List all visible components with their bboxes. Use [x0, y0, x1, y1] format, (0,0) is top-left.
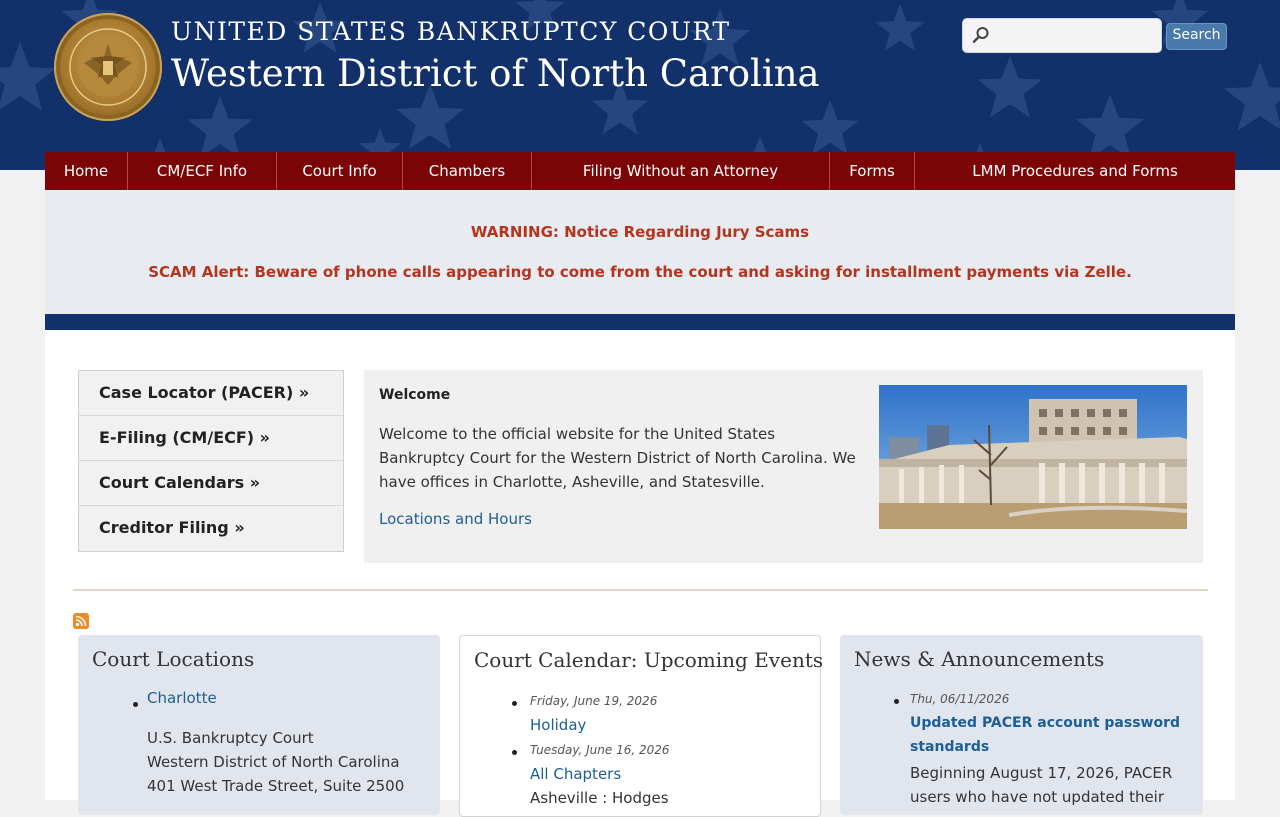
- zelle-scam-alert-link[interactable]: SCAM Alert: Beware of phone calls appear…: [45, 263, 1235, 281]
- news-title: News & Announcements: [854, 647, 1105, 671]
- address-line: Western District of North Carolina: [147, 753, 400, 771]
- bullet-icon: [512, 701, 517, 706]
- event-title-link[interactable]: All Chapters: [530, 765, 621, 783]
- court-locations-panel: Court Locations Charlotte U.S. Bankruptc…: [78, 635, 440, 815]
- nav-filing-without-attorney[interactable]: Filing Without an Attorney: [532, 152, 830, 190]
- welcome-title: Welcome: [379, 387, 451, 403]
- search-input[interactable]: [997, 23, 1156, 48]
- rss-feed-icon[interactable]: [73, 613, 89, 629]
- welcome-text: Welcome to the official website for the …: [379, 425, 856, 491]
- alert-bottom-strip: [45, 314, 1235, 330]
- court-seal-logo[interactable]: [54, 13, 162, 121]
- event-date: Tuesday, June 16, 2026: [530, 743, 670, 757]
- star-decoration: [1223, 62, 1280, 131]
- nav-cmecf-info[interactable]: CM/ECF Info: [128, 152, 277, 190]
- address-line: 401 West Trade Street, Suite 2500: [147, 777, 405, 795]
- nav-court-info[interactable]: Court Info: [277, 152, 403, 190]
- star-decoration: [187, 96, 253, 158]
- court-name-line1[interactable]: UNITED STATES BANKRUPTCY COURT: [171, 17, 731, 46]
- star-decoration: [1075, 94, 1145, 160]
- bullet-icon: [133, 702, 138, 707]
- news-panel: News & Announcements Thu, 06/11/2026 Upd…: [840, 635, 1203, 815]
- star-decoration: [875, 4, 925, 51]
- quick-links-menu: Case Locator (PACER) » E-Filing (CM/ECF)…: [78, 370, 344, 552]
- event-title-link[interactable]: Holiday: [530, 716, 586, 734]
- quick-link-e-filing[interactable]: E-Filing (CM/ECF) »: [79, 416, 343, 461]
- alert-banner: WARNING: Notice Regarding Jury Scams SCA…: [45, 190, 1235, 314]
- search-button[interactable]: Search: [1166, 23, 1227, 50]
- quick-link-case-locator[interactable]: Case Locator (PACER) »: [79, 371, 343, 416]
- bullet-icon: [894, 699, 899, 704]
- quick-link-court-calendars[interactable]: Court Calendars »: [79, 461, 343, 506]
- address-line: U.S. Bankruptcy Court: [147, 729, 314, 747]
- court-name-line2[interactable]: Western District of North Carolina: [171, 52, 820, 95]
- search-icon: [972, 27, 989, 43]
- quick-link-creditor-filing[interactable]: Creditor Filing »: [79, 506, 343, 550]
- site-header: UNITED STATES BANKRUPTCY COURT Western D…: [0, 0, 1280, 170]
- event-detail: Asheville : Hodges: [530, 789, 669, 807]
- welcome-panel: Welcome Welcome to the official website …: [364, 370, 1203, 563]
- bullet-icon: [512, 750, 517, 755]
- court-locations-title: Court Locations: [92, 647, 255, 671]
- news-headline-link[interactable]: standards: [910, 739, 989, 755]
- search-field[interactable]: [962, 18, 1162, 53]
- star-decoration: [801, 100, 859, 155]
- court-calendar-title: Court Calendar: Upcoming Events: [474, 648, 824, 672]
- news-headline-link[interactable]: Updated PACER account password: [910, 715, 1180, 731]
- event-date: Friday, June 19, 2026: [530, 694, 658, 708]
- jury-scam-warning-link[interactable]: WARNING: Notice Regarding Jury Scams: [45, 223, 1235, 241]
- nav-home[interactable]: Home: [45, 152, 128, 190]
- locations-hours-link[interactable]: Locations and Hours: [379, 510, 532, 528]
- news-date: Thu, 06/11/2026: [910, 692, 1010, 706]
- section-divider: [73, 589, 1208, 591]
- nav-lmm-procedures[interactable]: LMM Procedures and Forms: [915, 152, 1235, 190]
- star-decoration: [0, 42, 57, 111]
- charlotte-link[interactable]: Charlotte: [147, 689, 217, 707]
- court-calendar-panel: Court Calendar: Upcoming Events Friday, …: [459, 635, 824, 817]
- main-content: Case Locator (PACER) » E-Filing (CM/ECF)…: [45, 330, 1235, 817]
- main-nav: Home CM/ECF Info Court Info Chambers Fil…: [45, 152, 1235, 190]
- nav-forms[interactable]: Forms: [830, 152, 915, 190]
- nav-chambers[interactable]: Chambers: [403, 152, 532, 190]
- courthouse-photo: [879, 385, 1187, 529]
- news-body: Beginning August 17, 2026, PACER: [910, 764, 1173, 782]
- star-decoration: [977, 56, 1043, 118]
- news-body: users who have not updated their: [910, 788, 1165, 806]
